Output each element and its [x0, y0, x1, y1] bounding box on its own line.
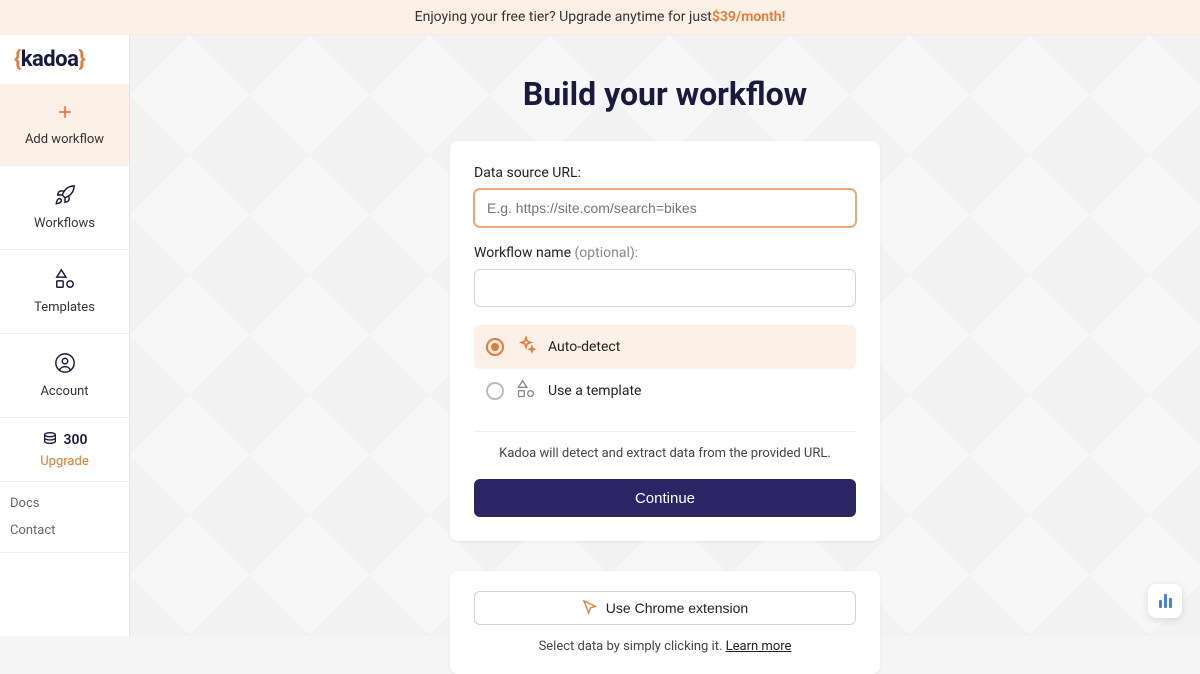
url-label: Data source URL:: [474, 165, 856, 181]
extension-hint: Select data by simply clicking it. Learn…: [539, 639, 792, 654]
learn-more-link[interactable]: Learn more: [726, 639, 792, 654]
name-input[interactable]: [474, 269, 856, 307]
sidebar: {kadoa} Add workflow Workflows Templates: [0, 35, 130, 636]
option-label: Auto-detect: [548, 339, 620, 355]
banner-price: $39/month!: [712, 9, 786, 25]
credits-value: 300: [64, 432, 88, 448]
option-use-template[interactable]: Use a template: [474, 369, 856, 413]
extension-card: Use Chrome extension Select data by simp…: [450, 571, 880, 674]
upgrade-banner[interactable]: Enjoying your free tier? Upgrade anytime…: [0, 0, 1200, 35]
upgrade-link[interactable]: Upgrade: [40, 454, 88, 469]
radio-icon: [486, 338, 504, 356]
credits-section: 300 Upgrade: [0, 418, 129, 482]
page-title: Build your workflow: [523, 75, 807, 113]
option-auto-detect[interactable]: Auto-detect: [474, 325, 856, 369]
radio-icon: [486, 382, 504, 400]
sidebar-item-label: Add workflow: [25, 132, 104, 147]
divider: [474, 431, 856, 432]
name-label: Workflow name (optional):: [474, 245, 856, 261]
workflow-form-card: Data source URL: Workflow name (optional…: [450, 141, 880, 541]
shapes-icon: [54, 268, 76, 294]
cursor-icon: [582, 599, 598, 618]
option-label: Use a template: [548, 383, 641, 399]
sidebar-item-label: Workflows: [34, 216, 95, 231]
bars-icon: [1159, 594, 1172, 608]
sidebar-item-templates[interactable]: Templates: [0, 250, 129, 334]
chrome-extension-button[interactable]: Use Chrome extension: [474, 591, 856, 625]
analytics-float-button[interactable]: [1148, 584, 1182, 618]
docs-link[interactable]: Docs: [10, 490, 119, 517]
form-hint: Kadoa will detect and extract data from …: [474, 446, 856, 461]
logo[interactable]: {kadoa}: [0, 35, 129, 84]
sidebar-item-account[interactable]: Account: [0, 334, 129, 418]
sidebar-item-workflows[interactable]: Workflows: [0, 166, 129, 250]
continue-button[interactable]: Continue: [474, 479, 856, 517]
contact-link[interactable]: Contact: [10, 517, 119, 544]
plus-icon: [55, 102, 75, 126]
user-icon: [54, 352, 76, 378]
sidebar-item-add-workflow[interactable]: Add workflow: [0, 84, 129, 166]
coins-icon: [42, 430, 58, 450]
shapes-icon: [516, 379, 536, 403]
main-content: Build your workflow Data source URL: Wor…: [130, 35, 1200, 636]
sidebar-item-label: Account: [40, 384, 88, 399]
banner-text: Enjoying your free tier? Upgrade anytime…: [415, 9, 712, 25]
sidebar-footer: Docs Contact: [0, 482, 129, 553]
sparkles-icon: [516, 335, 536, 359]
rocket-icon: [54, 184, 76, 210]
url-input[interactable]: [474, 189, 856, 227]
sidebar-item-label: Templates: [34, 300, 95, 315]
